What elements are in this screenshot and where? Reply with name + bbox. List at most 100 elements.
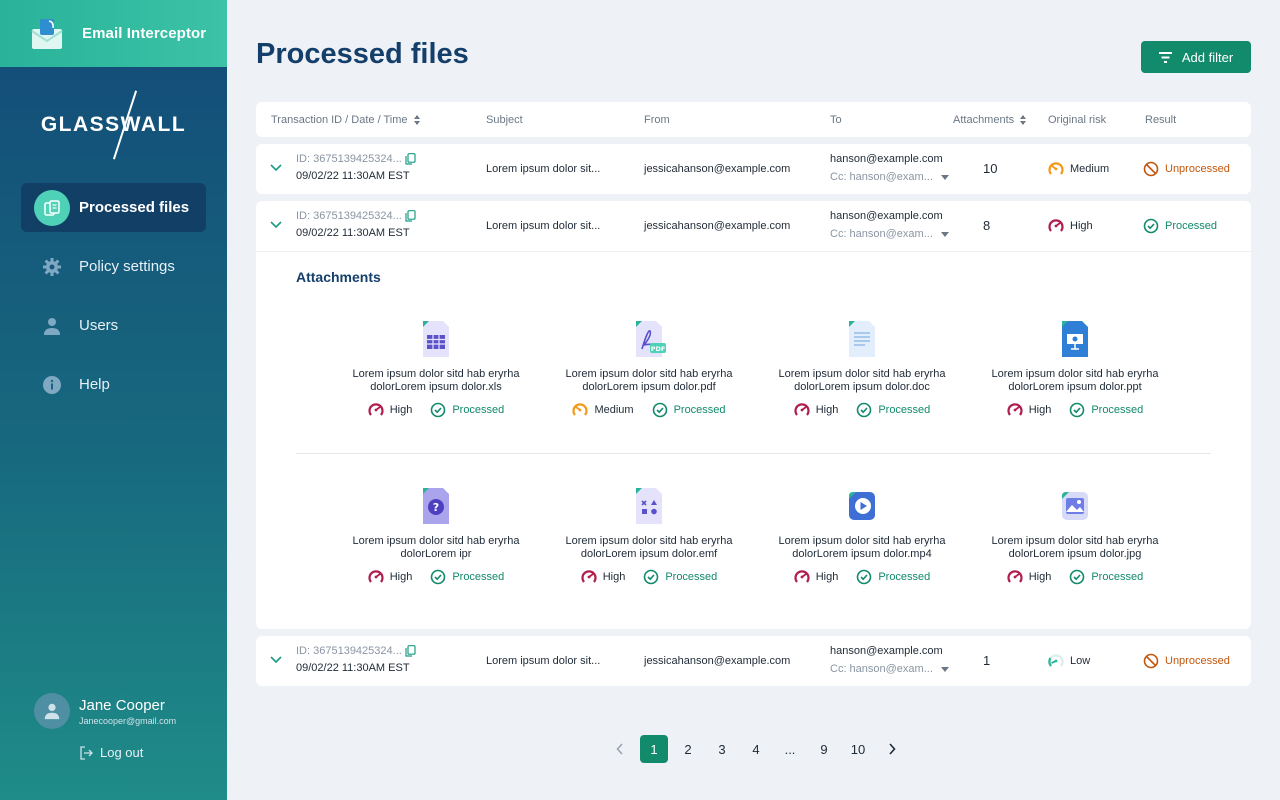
next-page-button[interactable] bbox=[878, 735, 906, 763]
to-address: hanson@example.com bbox=[830, 645, 943, 657]
sidebar-item-policy-settings[interactable]: Policy settings bbox=[21, 242, 206, 291]
attachment-count: 10 bbox=[983, 161, 998, 176]
attachment-card[interactable]: Lorem ipsum dolor sitd hab eryrha dolorLo… bbox=[341, 321, 531, 418]
logout-label: Log out bbox=[100, 745, 144, 760]
attachment-card[interactable]: Lorem ipsum dolor sitd hab eryrha dolorLo… bbox=[767, 488, 957, 585]
to-address: hanson@example.com bbox=[830, 153, 943, 165]
page-button-2[interactable]: 2 bbox=[674, 735, 702, 763]
caret-down-icon bbox=[940, 666, 949, 672]
status-badge: Processed bbox=[1069, 569, 1143, 585]
attachment-card[interactable]: Lorem ipsum dolor sitd hab eryrha dolorLo… bbox=[554, 488, 744, 585]
table-row[interactable]: ID: 3675139425324... 09/02/22 11:30AM ES… bbox=[256, 144, 1251, 194]
status-badge: Unprocessed bbox=[1143, 161, 1230, 177]
attachment-card[interactable]: PDF Lorem ipsum dolor sitd hab eryrha dol… bbox=[554, 321, 744, 418]
check-circle-icon bbox=[1143, 218, 1159, 234]
page-ellipsis: ... bbox=[784, 741, 796, 757]
column-transaction[interactable]: Transaction ID / Date / Time bbox=[271, 114, 421, 126]
table-row-expanded[interactable]: ID: 3675139425324... 09/02/22 11:30AM ES… bbox=[256, 201, 1251, 251]
transaction-id: ID: 3675139425324... bbox=[296, 210, 416, 222]
transaction-id: ID: 3675139425324... bbox=[296, 645, 416, 657]
logout-button[interactable]: Log out bbox=[79, 745, 143, 760]
copy-icon[interactable] bbox=[405, 153, 416, 165]
high-risk-gauge-icon bbox=[794, 570, 810, 583]
high-risk-gauge-icon bbox=[581, 570, 597, 583]
check-circle-icon bbox=[857, 402, 872, 418]
high-risk-gauge-icon bbox=[1007, 403, 1023, 416]
check-circle-icon bbox=[857, 569, 872, 585]
copy-icon[interactable] bbox=[405, 210, 416, 222]
table-header: Transaction ID / Date / Time Subject Fro… bbox=[256, 102, 1251, 137]
from-address: jessicahanson@example.com bbox=[644, 163, 791, 175]
chevron-down-icon[interactable] bbox=[270, 164, 282, 172]
attachment-card[interactable]: Lorem ipsum dolor sitd hab eryrha dolorLo… bbox=[767, 321, 957, 418]
chevron-down-icon[interactable] bbox=[270, 656, 282, 664]
copy-icon[interactable] bbox=[405, 645, 416, 657]
unknown-file-icon: ? bbox=[421, 488, 451, 524]
attachments-title: Attachments bbox=[296, 269, 381, 285]
prev-page-button[interactable] bbox=[606, 735, 634, 763]
status-badge: Processed bbox=[856, 402, 930, 418]
status-badge: Processed bbox=[856, 569, 930, 585]
high-risk-gauge-icon bbox=[368, 403, 384, 416]
risk-indicator: High bbox=[1007, 402, 1051, 418]
table-row[interactable]: ID: 3675139425324... 09/02/22 11:30AM ES… bbox=[256, 636, 1251, 686]
page-button-4[interactable]: 4 bbox=[742, 735, 770, 763]
attachments-panel: Attachments Lorem ipsum dolor sitd hab e… bbox=[256, 251, 1251, 629]
cc-dropdown[interactable]: Cc: hanson@exam... bbox=[830, 228, 949, 240]
status-badge: Processed bbox=[1069, 402, 1143, 418]
column-result: Result bbox=[1145, 114, 1177, 126]
column-attachments[interactable]: Attachments bbox=[953, 114, 1027, 126]
logout-icon bbox=[80, 745, 93, 760]
app-header: Email Interceptor bbox=[0, 0, 227, 67]
check-circle-icon bbox=[431, 569, 446, 585]
sidebar-item-processed-files[interactable]: Processed files bbox=[21, 183, 206, 232]
image-file-icon bbox=[1060, 488, 1090, 524]
cc-dropdown[interactable]: Cc: hanson@exam... bbox=[830, 663, 949, 675]
attachment-card[interactable]: Lorem ipsum dolor sitd hab eryrha dolorLo… bbox=[980, 488, 1170, 585]
attachment-count: 8 bbox=[983, 218, 991, 233]
status-badge: Unprocessed bbox=[1143, 653, 1230, 669]
chevron-down-icon[interactable] bbox=[270, 221, 282, 229]
transaction-date: 09/02/22 11:30AM EST bbox=[296, 227, 410, 239]
avatar bbox=[34, 693, 70, 729]
attachment-card[interactable]: ? Lorem ipsum dolor sitd hab eryrha dolor… bbox=[341, 488, 531, 585]
blocked-icon bbox=[1143, 653, 1159, 669]
to-address: hanson@example.com bbox=[830, 210, 943, 222]
page-title: Processed files bbox=[256, 38, 469, 70]
video-file-icon bbox=[847, 488, 877, 524]
risk-indicator: High bbox=[794, 402, 838, 418]
user-profile: Jane Cooper Janecooper@gmail.com bbox=[34, 693, 176, 729]
add-filter-button[interactable]: Add filter bbox=[1141, 41, 1251, 73]
check-circle-icon bbox=[652, 402, 667, 418]
sort-icon bbox=[1020, 115, 1027, 125]
page-button-10[interactable]: 10 bbox=[844, 735, 872, 763]
chevron-left-icon bbox=[616, 743, 623, 755]
sidebar-item-help[interactable]: Help bbox=[21, 360, 206, 409]
attachment-count: 1 bbox=[983, 653, 991, 668]
sidebar-nav: Processed files Policy settings Users He… bbox=[0, 183, 227, 409]
attachment-name: Lorem ipsum dolor sitd hab eryrha dolorLo… bbox=[565, 368, 733, 393]
page-button-9[interactable]: 9 bbox=[810, 735, 838, 763]
risk-indicator: High bbox=[1007, 569, 1051, 585]
attachment-card[interactable]: Lorem ipsum dolor sitd hab eryrha dolorLo… bbox=[980, 321, 1170, 418]
risk-indicator: High bbox=[368, 569, 412, 585]
caret-down-icon bbox=[940, 174, 949, 180]
page-button-1[interactable]: 1 bbox=[640, 735, 668, 763]
risk-indicator: Medium bbox=[572, 402, 634, 418]
sort-icon bbox=[413, 115, 421, 125]
cc-dropdown[interactable]: Cc: hanson@exam... bbox=[830, 171, 949, 183]
page-button-3[interactable]: 3 bbox=[708, 735, 736, 763]
sidebar-item-label: Policy settings bbox=[79, 258, 175, 275]
add-filter-label: Add filter bbox=[1181, 49, 1234, 65]
sidebar-item-users[interactable]: Users bbox=[21, 301, 206, 350]
brand-logo: GLASSWALL bbox=[0, 67, 227, 183]
column-original-risk: Original risk bbox=[1048, 114, 1107, 126]
column-subject: Subject bbox=[486, 114, 523, 126]
svg-text:PDF: PDF bbox=[651, 345, 666, 353]
pdf-file-icon: PDF bbox=[634, 321, 666, 357]
svg-text:?: ? bbox=[433, 501, 439, 514]
attachment-name: Lorem ipsum dolor sitd hab eryrha dolorLo… bbox=[778, 535, 946, 560]
medium-risk-gauge-icon bbox=[572, 403, 589, 416]
user-icon bbox=[34, 308, 70, 344]
attachment-name: Lorem ipsum dolor sitd hab eryrha dolorLo… bbox=[778, 368, 946, 393]
